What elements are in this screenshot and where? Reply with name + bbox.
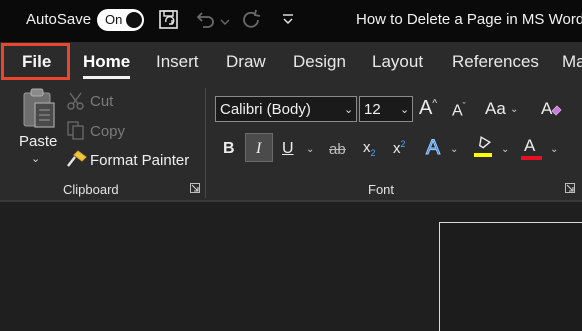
- clipboard-group-label: Clipboard: [63, 182, 119, 197]
- autosave-toggle[interactable]: On: [97, 9, 144, 31]
- dialog-launcher-icon[interactable]: [565, 183, 575, 193]
- paste-button[interactable]: Paste: [19, 133, 57, 150]
- paste-dropdown-chevron-icon[interactable]: ⌄: [31, 152, 40, 165]
- autosave-state: On: [105, 12, 123, 27]
- copy-button[interactable]: Copy: [90, 123, 125, 140]
- font-color-swatch: [521, 156, 542, 160]
- font-name-dropdown[interactable]: Calibri (Body) ⌄: [215, 96, 357, 122]
- paste-icon[interactable]: [19, 86, 59, 135]
- italic-letter: I: [256, 140, 262, 157]
- chevron-down-icon: ⌄: [400, 104, 410, 116]
- toggle-knob: [126, 12, 142, 28]
- copy-icon: [67, 121, 85, 146]
- tab-draw[interactable]: Draw: [226, 52, 266, 72]
- chevron-down-icon[interactable]: ⌄: [550, 144, 558, 155]
- bold-button[interactable]: B: [223, 140, 235, 158]
- undo-dropdown-chevron-icon[interactable]: [220, 13, 230, 31]
- shrink-font-letter: A: [452, 102, 463, 120]
- chevron-down-icon[interactable]: ⌄: [501, 144, 509, 155]
- font-name-value: Calibri (Body): [220, 101, 311, 118]
- ribbon: Paste ⌄ Cut Copy Format Painter Clipboar…: [0, 82, 582, 200]
- chevron-down-icon[interactable]: ⌄: [450, 144, 458, 155]
- font-size-dropdown[interactable]: 12 ⌄: [359, 96, 413, 122]
- chevron-down-icon[interactable]: ⌄: [510, 104, 518, 115]
- tab-home[interactable]: Home: [83, 52, 130, 72]
- chevron-down-icon: ⌄: [344, 104, 354, 116]
- autosave-label: AutoSave: [26, 11, 92, 28]
- subscript-mark: 2: [370, 148, 376, 158]
- shrink-font-button[interactable]: Aˇ: [452, 101, 466, 120]
- group-divider: [205, 88, 206, 198]
- title-bar: AutoSave On How to Delete a Page in MS W…: [0, 0, 582, 42]
- tab-insert[interactable]: Insert: [156, 52, 199, 72]
- subscript-button[interactable]: x2: [363, 139, 376, 158]
- text-effects-button[interactable]: A: [425, 136, 440, 160]
- ribbon-tabs: File Home Insert Draw Design Layout Refe…: [0, 42, 582, 82]
- document-title: How to Delete a Page in MS Word: [356, 11, 582, 28]
- grow-font-letter: A: [419, 97, 433, 119]
- strikethrough-button[interactable]: ab: [329, 141, 346, 158]
- underline-button[interactable]: U: [282, 140, 294, 158]
- font-size-value: 12: [364, 101, 381, 118]
- superscript-button[interactable]: x2: [393, 139, 406, 157]
- customize-quick-access-icon[interactable]: [282, 13, 294, 32]
- tab-references[interactable]: References: [452, 52, 539, 72]
- tab-design[interactable]: Design: [293, 52, 346, 72]
- change-case-button[interactable]: Aa: [485, 99, 506, 119]
- active-tab-indicator: [83, 76, 130, 79]
- grow-font-button[interactable]: A^: [419, 97, 437, 120]
- format-painter-icon: [66, 149, 88, 174]
- superscript-letter: x: [393, 140, 401, 157]
- svg-text:A: A: [541, 99, 553, 118]
- tab-file[interactable]: File: [22, 52, 51, 72]
- document-page[interactable]: [439, 222, 582, 331]
- undo-icon[interactable]: [194, 9, 216, 36]
- redo-icon[interactable]: [240, 9, 264, 36]
- tab-layout[interactable]: Layout: [372, 52, 423, 72]
- text-highlight-icon[interactable]: [472, 136, 494, 165]
- font-color-button[interactable]: A: [524, 136, 535, 156]
- subscript-letter: x: [363, 139, 371, 156]
- save-sync-icon[interactable]: [158, 9, 180, 36]
- document-canvas[interactable]: [0, 202, 582, 331]
- italic-button-active[interactable]: I: [245, 133, 273, 162]
- tab-mailings[interactable]: Ma: [562, 52, 582, 72]
- clear-formatting-icon[interactable]: A: [540, 97, 562, 124]
- cut-icon: [67, 92, 85, 115]
- cut-button[interactable]: Cut: [90, 93, 113, 110]
- chevron-down-icon[interactable]: ⌄: [306, 144, 314, 155]
- font-group-label: Font: [368, 182, 395, 197]
- format-painter-button[interactable]: Format Painter: [90, 152, 189, 169]
- dialog-launcher-icon[interactable]: [190, 183, 200, 193]
- superscript-mark: 2: [400, 139, 406, 149]
